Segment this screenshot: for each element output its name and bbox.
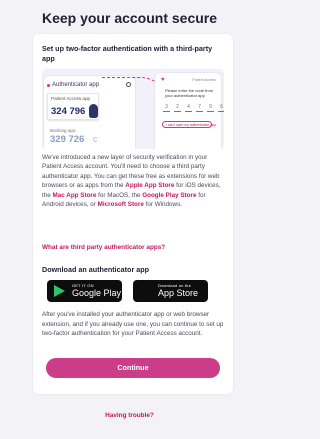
- code-digit: 3: [163, 104, 170, 112]
- code-digit: 7: [196, 104, 203, 112]
- dot-icon: [47, 84, 50, 87]
- authenticator-illustration: Authenticator app Patient Access app 324…: [42, 69, 224, 149]
- continue-button[interactable]: Continue: [46, 358, 220, 378]
- right-phone-prompt: Please enter the code from your authenti…: [165, 88, 214, 98]
- code-entry-value: 324 796: [51, 106, 86, 117]
- google-play-big-text: Google Play: [72, 288, 122, 298]
- code-entry-name: Banking app: [50, 128, 76, 133]
- intro-text: for Windows.: [143, 201, 182, 209]
- code-entry-name: Patient Access app: [51, 96, 91, 101]
- heart-logo-icon: ♥: [161, 77, 165, 83]
- setup-card: Set up two-factor authentication with a …: [33, 34, 233, 394]
- apple-app-store-link[interactable]: Apple App Store: [125, 182, 174, 189]
- google-play-icon: [54, 285, 65, 297]
- cant-open-app-pill: I can't open my authenticator app: [162, 121, 216, 128]
- what-are-authenticator-apps-link[interactable]: What are third party authenticator apps?: [42, 244, 165, 251]
- left-phone-title: Authenticator app: [52, 82, 100, 88]
- download-heading: Download an authenticator app: [42, 265, 150, 274]
- google-play-store-link[interactable]: Google Play Store: [142, 192, 196, 199]
- code-digit: 9: [207, 104, 214, 112]
- right-phone-brand: Patient Access: [192, 78, 216, 82]
- microsoft-store-link[interactable]: Microsoft Store: [98, 201, 144, 208]
- right-phone-mockup: ♥ Patient Access Please enter the code f…: [155, 73, 224, 149]
- code-digit: 6: [218, 104, 224, 112]
- code-digit-boxes: 3 2 4 7 9 6: [163, 104, 224, 112]
- app-store-button[interactable]: Download on the App Store: [133, 280, 208, 302]
- app-store-big-text: App Store: [158, 288, 199, 298]
- after-install-paragraph: After you've installed your authenticato…: [42, 311, 224, 338]
- google-play-button[interactable]: GET IT ON Google Play: [47, 280, 122, 302]
- timer-icon: [93, 137, 98, 142]
- code-digit: 2: [174, 104, 181, 112]
- intro-paragraph: We've introduced a new layer of security…: [42, 153, 226, 209]
- having-trouble-link[interactable]: Having trouble?: [0, 412, 259, 419]
- setup-heading: Set up two-factor authentication with a …: [42, 44, 213, 63]
- pointing-hand-icon: [89, 104, 98, 118]
- mac-app-store-link[interactable]: Mac App Store: [53, 192, 97, 199]
- cant-open-app-text: I can't open my authenticator app: [166, 123, 217, 127]
- code-digit: 4: [185, 104, 192, 112]
- page-title: Keep your account secure: [41, 10, 218, 26]
- code-entry-value: 329 726: [50, 134, 85, 145]
- intro-text: for MacOS, the: [96, 191, 143, 199]
